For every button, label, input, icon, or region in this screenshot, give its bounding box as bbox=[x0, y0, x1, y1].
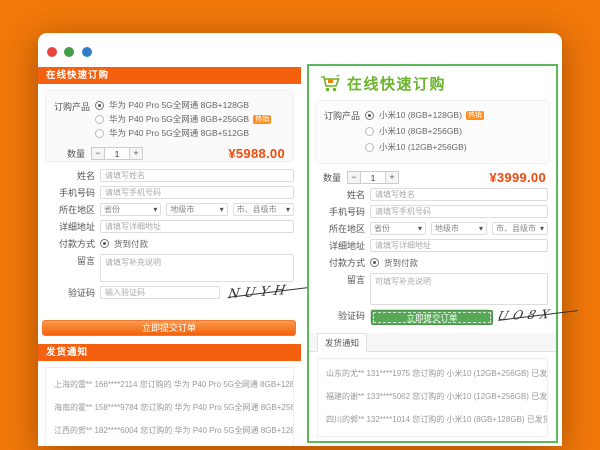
right-payment-label: 付款方式 bbox=[315, 256, 365, 269]
notice-item: 福建的谢** 133****5062 您订购的 小米10 (12GB+256GB… bbox=[318, 385, 547, 408]
right-address-label: 详细地址 bbox=[315, 239, 365, 252]
left-name-label: 姓名 bbox=[45, 169, 95, 182]
right-phone-input[interactable] bbox=[370, 205, 548, 218]
left-captcha-input[interactable] bbox=[100, 286, 220, 299]
notice-item: 江西的贺** 182****6004 您订购的 华为 P40 Pro 5G全网通… bbox=[46, 419, 293, 442]
right-submit-button[interactable]: 立即提交订单 bbox=[371, 310, 493, 325]
left-payment-option[interactable]: 货到付款 bbox=[114, 238, 148, 250]
right-address-input[interactable] bbox=[370, 239, 548, 252]
right-qty-label: 数量 bbox=[323, 171, 341, 184]
right-message-textarea[interactable] bbox=[370, 273, 548, 305]
notice-item: 上海的雷** 166****2114 您订购的 华为 P40 Pro 5G全网通… bbox=[46, 373, 293, 396]
radio-icon[interactable] bbox=[100, 239, 109, 248]
qty-minus-button[interactable]: − bbox=[91, 147, 105, 160]
left-price: ¥5988.00 bbox=[228, 146, 285, 161]
right-captcha-image[interactable]: UO8X bbox=[498, 306, 554, 326]
browser-window: 在线快速订购 订购产品 华为 P40 Pro 5G全网通 8GB+128GB 华… bbox=[38, 33, 562, 446]
right-product-option-1[interactable]: 小米10 (8GB+128GB) 热销 bbox=[365, 107, 484, 123]
right-form-title: 在线快速订购 bbox=[347, 73, 446, 94]
left-province-select[interactable]: 省份 bbox=[100, 203, 161, 216]
right-province-select[interactable]: 省份 bbox=[370, 222, 426, 235]
qty-plus-button[interactable]: + bbox=[129, 147, 143, 160]
left-notice-header: 发货通知 bbox=[38, 344, 301, 361]
window-dot-blue[interactable] bbox=[82, 47, 92, 57]
radio-icon[interactable] bbox=[365, 111, 374, 120]
left-product-option-3[interactable]: 华为 P40 Pro 5G全网通 8GB+512GB bbox=[95, 126, 271, 140]
hot-badge: 热销 bbox=[466, 111, 484, 120]
qty-value[interactable]: 1 bbox=[105, 147, 129, 160]
right-message-label: 留言 bbox=[315, 273, 365, 286]
qty-value[interactable]: 1 bbox=[361, 171, 385, 184]
radio-icon[interactable] bbox=[365, 143, 374, 152]
right-product-option-2[interactable]: 小米10 (8GB+256GB) bbox=[365, 123, 484, 139]
window-dot-green[interactable] bbox=[64, 47, 74, 57]
left-phone-label: 手机号码 bbox=[45, 186, 95, 199]
left-message-textarea[interactable] bbox=[100, 254, 294, 282]
notice-item: 山东的尤** 131****1975 您订购的 小米10 (12GB+256GB… bbox=[318, 362, 547, 385]
right-region-label: 所在地区 bbox=[315, 222, 365, 235]
right-phone-label: 手机号码 bbox=[315, 205, 365, 218]
left-city-select[interactable]: 地级市 bbox=[166, 203, 227, 216]
page-background: 在线快速订购 订购产品 华为 P40 Pro 5G全网通 8GB+128GB 华… bbox=[0, 0, 600, 450]
right-name-input[interactable] bbox=[370, 188, 548, 201]
left-notice-list: 上海的雷** 166****2114 您订购的 华为 P40 Pro 5G全网通… bbox=[45, 367, 294, 446]
window-dot-red[interactable] bbox=[47, 47, 57, 57]
notice-item: 海南的霍** 158****9784 您订购的 华为 P40 Pro 5G全网通… bbox=[46, 396, 293, 419]
right-city-select[interactable]: 地级市 bbox=[431, 222, 487, 235]
right-captcha-label: 验证码 bbox=[315, 309, 365, 322]
right-payment-option[interactable]: 货到付款 bbox=[384, 257, 418, 269]
left-form-fields: 姓名 手机号码 所在地区 省份 地级市 市、县级市 详细地址 bbox=[45, 169, 294, 303]
radio-icon[interactable] bbox=[370, 258, 379, 267]
left-district-select[interactable]: 市、县级市 bbox=[233, 203, 294, 216]
radio-icon[interactable] bbox=[365, 127, 374, 136]
left-product-option-1[interactable]: 华为 P40 Pro 5G全网通 8GB+128GB bbox=[95, 98, 271, 112]
right-qty-stepper: − 1 + bbox=[347, 171, 399, 184]
left-name-input[interactable] bbox=[100, 169, 294, 182]
qty-minus-button[interactable]: − bbox=[347, 171, 361, 184]
left-form-header: 在线快速订购 bbox=[38, 67, 301, 84]
right-notice-list: 山东的尤** 131****1975 您订购的 小米10 (12GB+256GB… bbox=[317, 358, 548, 437]
left-captcha-image[interactable]: NUYH bbox=[228, 283, 294, 303]
tab-shipping-notice[interactable]: 发货通知 bbox=[317, 333, 367, 352]
notice-item: 四川的郭** 132****1014 您订购的 小米10 (8GB+128GB)… bbox=[318, 408, 547, 431]
left-region-label: 所在地区 bbox=[45, 203, 95, 216]
radio-icon[interactable] bbox=[95, 101, 104, 110]
left-payment-label: 付款方式 bbox=[45, 237, 95, 250]
notice-item: 广西的韦** 182****5151 您订购的 华为 P40 Pro 5G全网通… bbox=[46, 442, 293, 446]
right-price: ¥3999.00 bbox=[489, 170, 546, 185]
left-captcha-label: 验证码 bbox=[45, 286, 95, 299]
right-product-box: 订购产品 小米10 (8GB+128GB) 热销 小米10 (8GB+256GB… bbox=[315, 100, 550, 164]
right-name-label: 姓名 bbox=[315, 188, 365, 201]
cart-logo-icon bbox=[319, 74, 341, 93]
radio-icon[interactable] bbox=[95, 129, 104, 138]
left-product-option-2[interactable]: 华为 P40 Pro 5G全网通 8GB+256GB 热销 bbox=[95, 112, 271, 126]
order-form-green: 在线快速订购 订购产品 小米10 (8GB+128GB) 热销 小米10 (8G… bbox=[307, 64, 558, 443]
right-product-option-3[interactable]: 小米10 (12GB+256GB) bbox=[365, 139, 484, 155]
left-address-input[interactable] bbox=[100, 220, 294, 233]
left-qty-stepper: − 1 + bbox=[91, 147, 143, 160]
right-district-select[interactable]: 市、县级市 bbox=[492, 222, 548, 235]
left-product-box: 订购产品 华为 P40 Pro 5G全网通 8GB+128GB 华为 P40 P… bbox=[45, 90, 294, 162]
right-notice-tabbar: 发货通知 bbox=[309, 333, 556, 352]
left-message-label: 留言 bbox=[45, 254, 95, 267]
left-product-label: 订购产品 bbox=[54, 98, 90, 140]
left-address-label: 详细地址 bbox=[45, 220, 95, 233]
hot-badge: 热销 bbox=[253, 115, 271, 124]
right-product-label: 订购产品 bbox=[324, 107, 360, 155]
right-form-fields: 姓名 手机号码 所在地区 省份 地级市 市、县级市 详细地址 bbox=[315, 188, 548, 326]
left-phone-input[interactable] bbox=[100, 186, 294, 199]
qty-plus-button[interactable]: + bbox=[385, 171, 399, 184]
order-form-orange: 在线快速订购 订购产品 华为 P40 Pro 5G全网通 8GB+128GB 华… bbox=[38, 67, 301, 446]
radio-icon[interactable] bbox=[95, 115, 104, 124]
left-qty-label: 数量 bbox=[67, 147, 85, 160]
left-submit-button[interactable]: 立即提交订单 bbox=[42, 320, 296, 336]
